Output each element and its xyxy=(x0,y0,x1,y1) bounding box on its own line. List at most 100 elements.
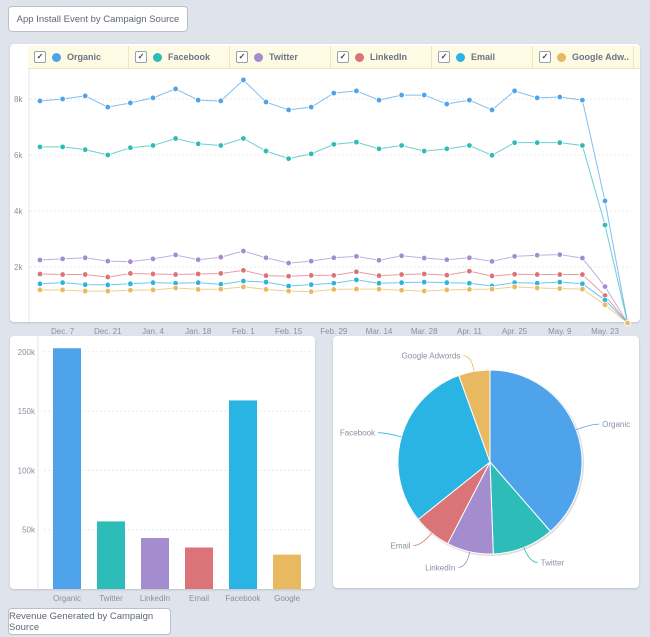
data-point[interactable] xyxy=(353,87,360,95)
bar-email[interactable] xyxy=(185,547,213,589)
data-point[interactable] xyxy=(149,270,157,278)
data-point[interactable] xyxy=(59,279,66,286)
data-point[interactable] xyxy=(262,98,270,106)
data-point[interactable] xyxy=(534,94,541,102)
data-point[interactable] xyxy=(240,135,247,142)
data-point[interactable] xyxy=(308,281,315,288)
data-point[interactable] xyxy=(398,271,405,278)
data-point[interactable] xyxy=(194,286,202,293)
data-point[interactable] xyxy=(375,96,383,104)
data-point[interactable] xyxy=(443,271,450,279)
data-point[interactable] xyxy=(398,142,405,149)
data-point[interactable] xyxy=(511,139,518,146)
data-point[interactable] xyxy=(194,140,202,147)
data-point[interactable] xyxy=(36,143,44,151)
data-point[interactable] xyxy=(285,273,292,280)
data-point[interactable] xyxy=(421,278,428,286)
data-point[interactable] xyxy=(353,285,360,293)
data-point[interactable] xyxy=(149,279,157,286)
data-point[interactable] xyxy=(443,286,450,294)
data-point[interactable] xyxy=(81,92,89,100)
data-point[interactable] xyxy=(466,142,473,149)
data-point[interactable] xyxy=(556,251,563,258)
data-point[interactable] xyxy=(624,319,631,327)
data-point[interactable] xyxy=(511,271,518,278)
data-point[interactable] xyxy=(330,280,337,287)
data-point[interactable] xyxy=(534,271,541,278)
data-point[interactable] xyxy=(601,221,609,229)
data-point[interactable] xyxy=(488,285,496,293)
data-point[interactable] xyxy=(308,288,315,295)
data-point[interactable] xyxy=(375,285,383,293)
bar-twitter[interactable] xyxy=(97,521,125,589)
data-point[interactable] xyxy=(172,284,179,292)
data-point[interactable] xyxy=(488,152,496,159)
data-point[interactable] xyxy=(601,283,609,290)
data-point[interactable] xyxy=(398,287,405,294)
data-point[interactable] xyxy=(59,143,66,151)
data-point[interactable] xyxy=(330,89,337,97)
data-point[interactable] xyxy=(579,280,586,287)
data-point[interactable] xyxy=(262,147,270,155)
bar-organic[interactable] xyxy=(53,348,81,589)
data-point[interactable] xyxy=(285,155,292,162)
data-point[interactable] xyxy=(375,280,383,287)
bar-google[interactable] xyxy=(273,554,301,589)
data-point[interactable] xyxy=(398,252,405,259)
data-point[interactable] xyxy=(262,286,270,293)
data-point[interactable] xyxy=(466,286,473,293)
data-point[interactable] xyxy=(353,276,360,284)
data-point[interactable] xyxy=(36,270,44,278)
data-point[interactable] xyxy=(330,254,337,261)
revenue-chart-button[interactable]: Revenue Generated by Campaign Source xyxy=(8,608,171,635)
data-point[interactable] xyxy=(511,87,518,95)
bar-facebook[interactable] xyxy=(229,400,257,589)
data-point[interactable] xyxy=(330,141,337,148)
data-point[interactable] xyxy=(443,279,450,286)
data-point[interactable] xyxy=(601,197,609,205)
data-point[interactable] xyxy=(81,254,89,261)
data-point[interactable] xyxy=(330,272,337,279)
data-point[interactable] xyxy=(285,259,292,267)
data-point[interactable] xyxy=(466,96,473,104)
data-point[interactable] xyxy=(466,280,473,287)
data-point[interactable] xyxy=(127,144,134,151)
data-point[interactable] xyxy=(308,257,315,265)
data-point[interactable] xyxy=(81,287,89,295)
data-point[interactable] xyxy=(59,255,66,263)
data-point[interactable] xyxy=(488,272,496,280)
data-point[interactable] xyxy=(556,278,563,286)
data-point[interactable] xyxy=(217,270,224,277)
data-point[interactable] xyxy=(579,285,586,293)
data-point[interactable] xyxy=(127,270,134,277)
data-point[interactable] xyxy=(579,271,586,278)
data-point[interactable] xyxy=(59,95,66,103)
data-point[interactable] xyxy=(127,287,134,294)
data-point[interactable] xyxy=(488,258,496,265)
data-point[interactable] xyxy=(149,286,157,294)
data-point[interactable] xyxy=(240,247,247,255)
data-point[interactable] xyxy=(579,142,586,149)
data-point[interactable] xyxy=(172,85,179,93)
data-point[interactable] xyxy=(375,257,383,264)
data-point[interactable] xyxy=(59,271,66,278)
data-point[interactable] xyxy=(421,91,428,99)
data-point[interactable] xyxy=(398,279,405,286)
data-point[interactable] xyxy=(217,285,224,293)
data-point[interactable] xyxy=(149,142,157,149)
data-point[interactable] xyxy=(330,286,337,293)
data-point[interactable] xyxy=(59,286,66,294)
data-point[interactable] xyxy=(36,97,44,105)
data-point[interactable] xyxy=(421,287,428,295)
data-point[interactable] xyxy=(285,106,292,114)
data-point[interactable] xyxy=(81,281,89,288)
data-point[interactable] xyxy=(398,91,405,99)
data-point[interactable] xyxy=(308,150,315,158)
data-point[interactable] xyxy=(172,251,179,259)
data-point[interactable] xyxy=(534,284,541,292)
data-point[interactable] xyxy=(240,267,247,274)
data-point[interactable] xyxy=(127,258,134,265)
data-point[interactable] xyxy=(353,138,360,146)
data-point[interactable] xyxy=(601,301,609,308)
data-point[interactable] xyxy=(217,253,224,261)
